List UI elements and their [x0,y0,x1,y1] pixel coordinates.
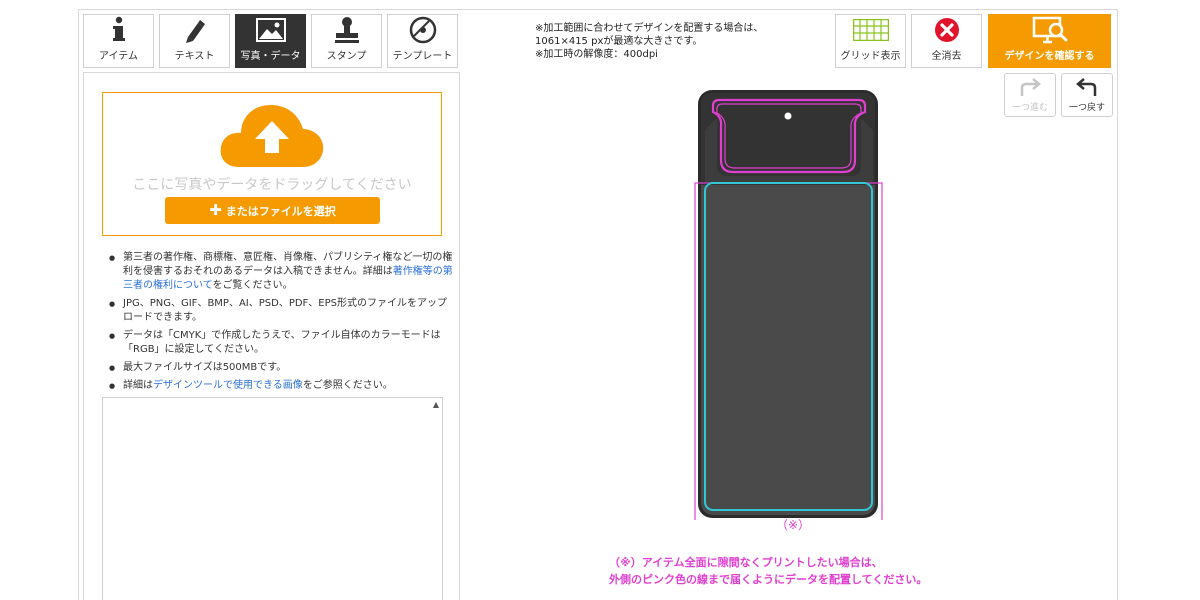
uploaded-images-list[interactable]: ▲ [102,397,443,600]
tab-item[interactable]: アイテム [83,14,154,68]
size-info: ※加工範囲に合わせてデザインを配置する場合は、 1061×415 pxが最適な大… [535,22,763,61]
note-text: をご覧ください。 [212,280,293,291]
tab-label: アイテム [99,51,138,62]
confirm-label: デザインを確認する [1004,51,1095,62]
warning-line: 外側のピンク色の線まで届くようにデータを配置してください。 [609,573,928,586]
monitor-search-icon [1032,15,1068,45]
tab-label: スタンプ [326,51,367,62]
info-line: 1061×415 pxが最適な大きさです。 [535,36,703,47]
note-text: をご参照ください。 [302,380,393,391]
list-item: 第三者の著作権、商標権、意匠権、肖像権、パブリシティ権など一切の権利を侵害するお… [108,251,453,293]
tab-label: テキスト [174,51,215,62]
clear-label: 全消去 [931,51,962,62]
info-line: ※加工範囲に合わせてデザインを配置する場合は、 [535,23,764,34]
full-print-warning: （※）アイテム全面に隙間なくプリントしたい場合は、 外側のピンク色の線まで届くよ… [609,554,927,588]
grid-toggle-button[interactable]: グリッド表示 [835,14,906,68]
redo-label: 一つ進む [1011,103,1048,113]
redo-arrow-icon [1018,76,1042,100]
list-item: データは「CMYK」で作成したうえで、ファイル自体のカラーモードは「RGB」に設… [108,329,453,357]
design-tool: アイテム テキスト 写真・データ スタンプ テンプレート ここに写真やデータをド… [78,9,1118,600]
cloud-upload-icon [220,105,324,167]
upload-panel: ここに写真やデータをドラッグしてください ✚ またはファイルを選択 第三者の著作… [83,72,460,600]
list-item: 最大ファイルサイズは500MBです。 [108,361,453,375]
outer-guide-marker: （※） [776,518,811,532]
clear-all-button[interactable]: 全消去 [911,14,982,68]
undo-arrow-icon [1075,76,1099,100]
info-icon [109,15,129,45]
template-icon [409,15,437,45]
warning-line: （※）アイテム全面に隙間なくプリントしたい場合は、 [609,556,883,569]
confirm-design-button[interactable]: デザインを確認する [988,14,1111,68]
list-item: JPG、PNG、GIF、BMP、AI、PSD、PDF、EPS形式のファイルをアッ… [108,297,453,325]
tab-label: テンプレート [392,51,453,62]
pen-icon [182,15,208,45]
undo-label: 一つ戻す [1068,103,1105,113]
tool-tabs: アイテム テキスト 写真・データ スタンプ テンプレート [83,14,458,68]
file-dropzone[interactable]: ここに写真やデータをドラッグしてください ✚ またはファイルを選択 [102,92,442,236]
undo-button[interactable]: 一つ戻す [1061,73,1113,117]
grid-label: グリッド表示 [840,51,901,62]
usable-images-link[interactable]: デザインツールで使用できる画像 [153,380,303,391]
design-canvas[interactable] [691,90,886,524]
tab-text[interactable]: テキスト [159,14,230,68]
list-item: 詳細はデザインツールで使用できる画像をご参照ください。 [108,379,453,393]
select-file-button[interactable]: ✚ またはファイルを選択 [165,197,380,224]
close-circle-icon [934,15,960,45]
tab-photo-data[interactable]: 写真・データ [235,14,306,68]
stamp-icon [333,15,361,45]
note-text: 詳細は [123,380,153,391]
tab-stamp[interactable]: スタンプ [311,14,382,68]
image-icon [255,15,286,45]
scroll-up-arrow-icon[interactable]: ▲ [433,400,439,409]
camera-hole [784,112,792,120]
plus-icon: ✚ [209,201,222,219]
select-file-label: またはファイルを選択 [225,204,336,218]
tab-label: 写真・データ [240,51,301,62]
phone-case-preview [694,90,883,524]
drop-instruction: ここに写真やデータをドラッグしてください [132,177,412,193]
grid-icon [852,15,889,45]
tab-template[interactable]: テンプレート [387,14,458,68]
upload-notes: 第三者の著作権、商標権、意匠権、肖像権、パブリシティ権など一切の権利を侵害するお… [108,251,453,397]
redo-button[interactable]: 一つ進む [1004,73,1056,117]
info-line: ※加工時の解像度：400dpi [535,49,658,60]
